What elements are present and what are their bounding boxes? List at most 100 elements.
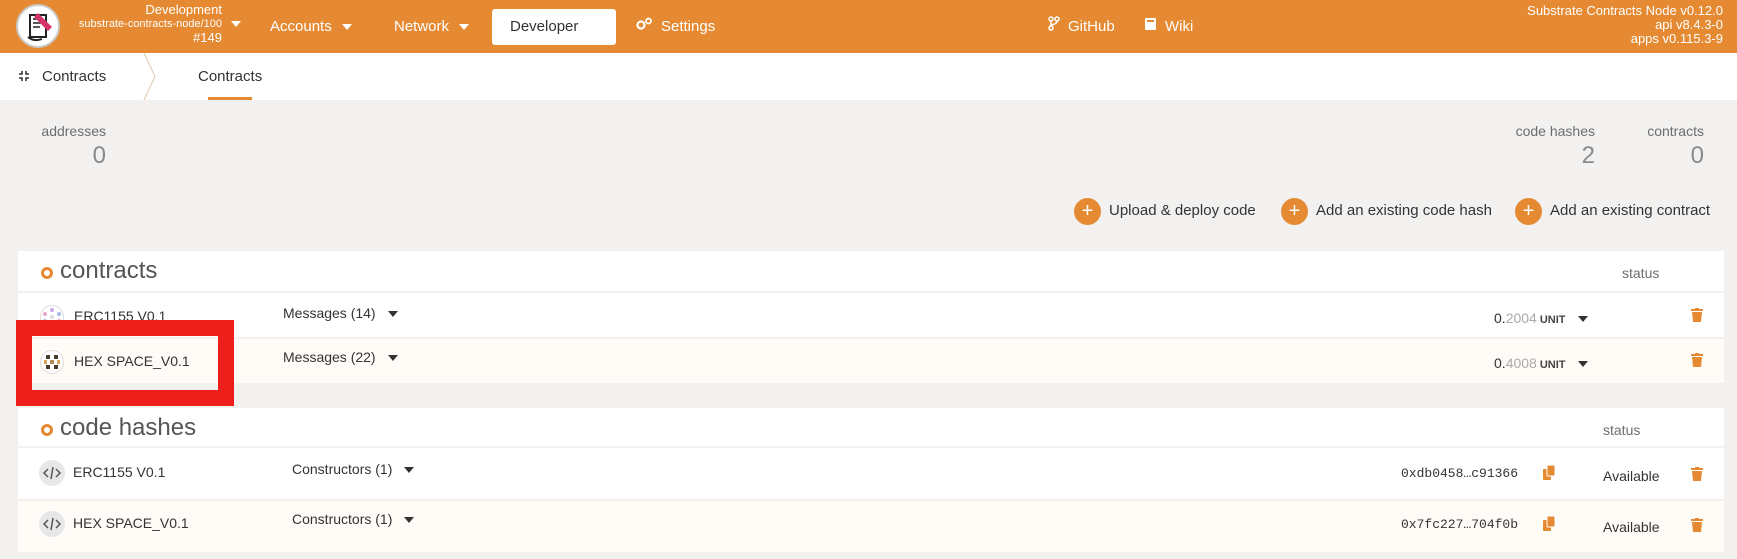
code-hash-name[interactable]: ERC1155 V0.1	[73, 464, 165, 480]
plus-icon: +	[1281, 197, 1308, 225]
trash-icon[interactable]	[1691, 518, 1703, 537]
book-icon	[1144, 9, 1157, 45]
chevron-down-icon	[1577, 361, 1588, 368]
table-row: HEX SPACE_V0.1 Messages (22) 0.4008 UNIT	[18, 337, 1724, 383]
node-version: Substrate Contracts Node v0.12.0	[1527, 3, 1723, 18]
chain-block: #149	[193, 30, 222, 45]
add-contract-label: Add an existing contract	[1550, 202, 1711, 219]
active-tab-indicator	[208, 97, 252, 100]
add-code-hash-button[interactable]: + Add an existing code hash	[1281, 197, 1492, 225]
nav-wiki[interactable]: Wiki	[1126, 9, 1211, 45]
balance-unit: UNIT	[1539, 359, 1566, 371]
addresses-label: addresses	[41, 123, 106, 139]
balance-decimals: 2004	[1505, 310, 1537, 326]
api-version: api v8.4.3-0	[1655, 17, 1723, 32]
nav-developer[interactable]: Developer	[492, 9, 616, 67]
chain-logo-icon[interactable]	[16, 4, 60, 48]
version-info: Substrate Contracts Node v0.12.0 api v8.…	[1527, 4, 1723, 46]
plus-icon: +	[1074, 197, 1101, 225]
breadcrumb-separator	[143, 53, 156, 100]
chain-selector[interactable]: Development substrate-contracts-node/100…	[66, 3, 241, 45]
nav-network-label: Network	[394, 18, 450, 35]
trash-icon[interactable]	[1691, 353, 1703, 372]
code-hash-value: 0xdb0458…c91366	[1401, 466, 1519, 481]
chevron-down-icon	[231, 21, 241, 27]
circle-icon	[41, 267, 53, 279]
summary-code-hashes: code hashes 2	[1500, 123, 1595, 170]
nav-developer-label: Developer	[510, 18, 579, 35]
chevron-down-icon	[387, 311, 398, 318]
messages-dropdown[interactable]: Messages (14)	[283, 305, 398, 321]
status-badge: Available	[1603, 519, 1660, 535]
nav-github[interactable]: GitHub	[1030, 9, 1133, 45]
copy-icon[interactable]	[1543, 515, 1556, 534]
top-bar: Development substrate-contracts-node/100…	[0, 0, 1737, 67]
code-hash-value: 0x7fc227…704f0b	[1401, 517, 1519, 532]
copy-icon[interactable]	[1543, 464, 1556, 483]
contracts-status-header: status	[1622, 265, 1660, 281]
contracts-value: 0	[1690, 142, 1704, 169]
addresses-value: 0	[92, 142, 106, 169]
table-row: HEX SPACE_V0.1 Constructors (1) 0x7fc227…	[18, 499, 1724, 552]
table-row: ERC1155 V0.1 Messages (14) 0.2004 UNIT	[18, 291, 1724, 337]
messages-label: Messages (14)	[283, 305, 376, 321]
balance-int: 0.	[1494, 310, 1506, 326]
nav-accounts[interactable]: Accounts	[252, 9, 370, 45]
constructors-dropdown[interactable]: Constructors (1)	[292, 511, 415, 527]
breadcrumb[interactable]: Contracts	[18, 53, 106, 100]
contracts-header: contracts status	[18, 251, 1724, 291]
messages-label: Messages (22)	[283, 349, 376, 365]
upload-deploy-label: Upload & deploy code	[1109, 202, 1256, 219]
tab-bar: Contracts Contracts	[0, 53, 1737, 100]
code-hashes-label: code hashes	[1515, 123, 1595, 139]
compress-icon	[18, 54, 30, 101]
constructors-label: Constructors (1)	[292, 461, 393, 477]
table-row: ERC1155 V0.1 Constructors (1) 0xdb0458…c…	[18, 446, 1724, 499]
nav-settings[interactable]: Settings	[618, 9, 733, 45]
breadcrumb-label: Contracts	[42, 68, 107, 85]
code-hashes-value: 2	[1581, 142, 1595, 169]
circle-icon	[41, 424, 53, 436]
contract-balance[interactable]: 0.4008 UNIT	[1494, 355, 1588, 371]
chevron-down-icon	[387, 355, 398, 362]
nav-accounts-label: Accounts	[270, 18, 332, 35]
nav-settings-label: Settings	[661, 18, 716, 35]
nav-wiki-label: Wiki	[1165, 18, 1194, 35]
summary-addresses: addresses 0	[38, 123, 106, 170]
contracts-label: contracts	[1647, 123, 1704, 139]
upload-deploy-button[interactable]: + Upload & deploy code	[1074, 197, 1256, 225]
add-code-hash-label: Add an existing code hash	[1316, 202, 1492, 219]
constructors-dropdown[interactable]: Constructors (1)	[292, 461, 415, 477]
messages-dropdown[interactable]: Messages (22)	[283, 349, 398, 365]
plus-icon: +	[1515, 197, 1542, 225]
balance-unit: UNIT	[1539, 314, 1566, 326]
balance-decimals: 4008	[1505, 355, 1537, 371]
chevron-down-icon	[459, 24, 470, 31]
code-icon	[39, 511, 65, 537]
nav-network[interactable]: Network	[376, 9, 487, 45]
tab-contracts[interactable]: Contracts	[198, 53, 262, 100]
highlight-box	[16, 320, 234, 406]
balance-int: 0.	[1494, 355, 1506, 371]
add-contract-button[interactable]: + Add an existing contract	[1515, 197, 1710, 225]
code-hashes-title: code hashes	[60, 414, 197, 441]
constructors-label: Constructors (1)	[292, 511, 393, 527]
code-hashes-status-header: status	[1603, 422, 1641, 438]
status-badge: Available	[1603, 468, 1660, 484]
trash-icon[interactable]	[1691, 467, 1703, 486]
chain-name: Development	[145, 2, 222, 17]
gears-icon	[636, 9, 653, 45]
chevron-down-icon	[404, 517, 415, 524]
chevron-down-icon	[404, 467, 415, 474]
chevron-down-icon	[1577, 316, 1588, 323]
code-icon	[39, 460, 65, 486]
code-hash-name[interactable]: HEX SPACE_V0.1	[73, 515, 189, 531]
contracts-title: contracts	[60, 257, 158, 284]
code-branch-icon	[1048, 9, 1060, 45]
apps-version: apps v0.115.3-9	[1630, 31, 1723, 46]
contract-balance[interactable]: 0.2004 UNIT	[1494, 310, 1588, 326]
chevron-down-icon	[341, 24, 352, 31]
code-hashes-header: code hashes status	[18, 408, 1724, 448]
trash-icon[interactable]	[1691, 308, 1703, 327]
chain-node: substrate-contracts-node/100	[78, 18, 222, 30]
